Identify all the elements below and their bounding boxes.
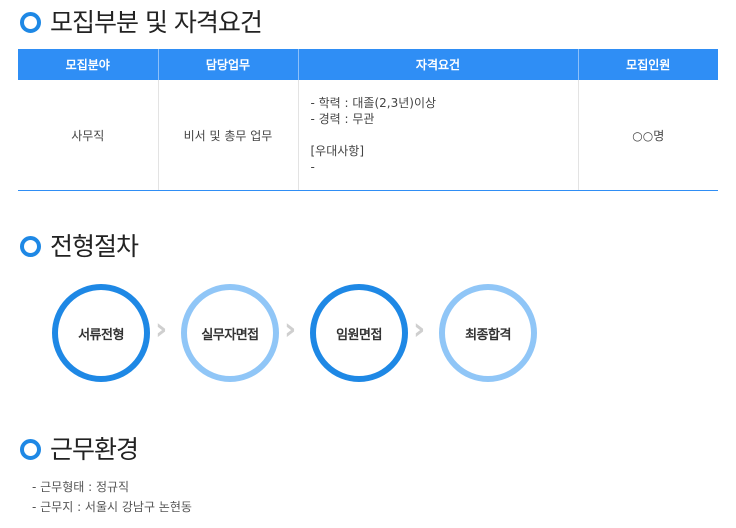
circle-bullet-icon xyxy=(20,439,41,460)
step-final-acceptance: 최종합격 xyxy=(439,284,537,382)
environment-list: - 근무형태 : 정규직 - 근무지 : 서울시 강남구 논현동 xyxy=(32,477,192,517)
preferred-label: [우대사항] xyxy=(310,144,365,158)
step-executive-interview: 임원면접 xyxy=(310,284,408,382)
cell-duty: 비서 및 총무 업무 xyxy=(157,80,298,191)
chevron-right-icon: › xyxy=(155,312,168,347)
chevron-right-icon: › xyxy=(284,312,297,347)
circle-bullet-icon xyxy=(20,236,41,257)
cell-headcount: ○○명 xyxy=(577,80,718,191)
table-row: 사무직 비서 및 총무 업무 - 학력 : 대졸(2,3년)이상 - 경력 : … xyxy=(18,80,718,191)
circle-bullet-icon xyxy=(20,12,41,33)
recruit-table-header-row: 모집분야 담당업무 자격요건 모집인원 xyxy=(18,49,718,80)
process-section-header: 전형절차 xyxy=(20,232,139,261)
step-document-screening: 서류전형 xyxy=(52,284,150,382)
list-item: - 근무지 : 서울시 강남구 논현동 xyxy=(32,500,192,514)
cell-qualifications: - 학력 : 대졸(2,3년)이상 - 경력 : 무관 [우대사항] - xyxy=(297,80,578,191)
recruit-section-header: 모집부분 및 자격요건 xyxy=(20,8,263,37)
header-duty: 담당업무 xyxy=(157,49,298,80)
preferred-item: - xyxy=(310,160,315,174)
cell-field: 사무직 xyxy=(18,80,158,191)
process-section-title: 전형절차 xyxy=(50,232,139,261)
qualification-experience: - 경력 : 무관 xyxy=(310,112,375,126)
header-qualifications: 자격요건 xyxy=(297,49,578,80)
recruit-section-title: 모집부분 및 자격요건 xyxy=(50,8,263,37)
header-headcount: 모집인원 xyxy=(577,49,718,80)
step-practical-interview: 실무자면접 xyxy=(181,284,279,382)
process-steps: 서류전형 › 실무자면접 › 임원면접 › 최종합격 xyxy=(52,284,552,382)
list-item: - 근무형태 : 정규직 xyxy=(32,480,130,494)
qualification-education: - 학력 : 대졸(2,3년)이상 xyxy=(310,96,437,110)
chevron-right-icon: › xyxy=(413,312,426,347)
environment-section-title: 근무환경 xyxy=(50,435,139,464)
environment-section-header: 근무환경 xyxy=(20,435,139,464)
recruit-table: 모집분야 담당업무 자격요건 모집인원 사무직 비서 및 총무 업무 - 학력 … xyxy=(18,49,718,191)
header-field: 모집분야 xyxy=(18,49,158,80)
